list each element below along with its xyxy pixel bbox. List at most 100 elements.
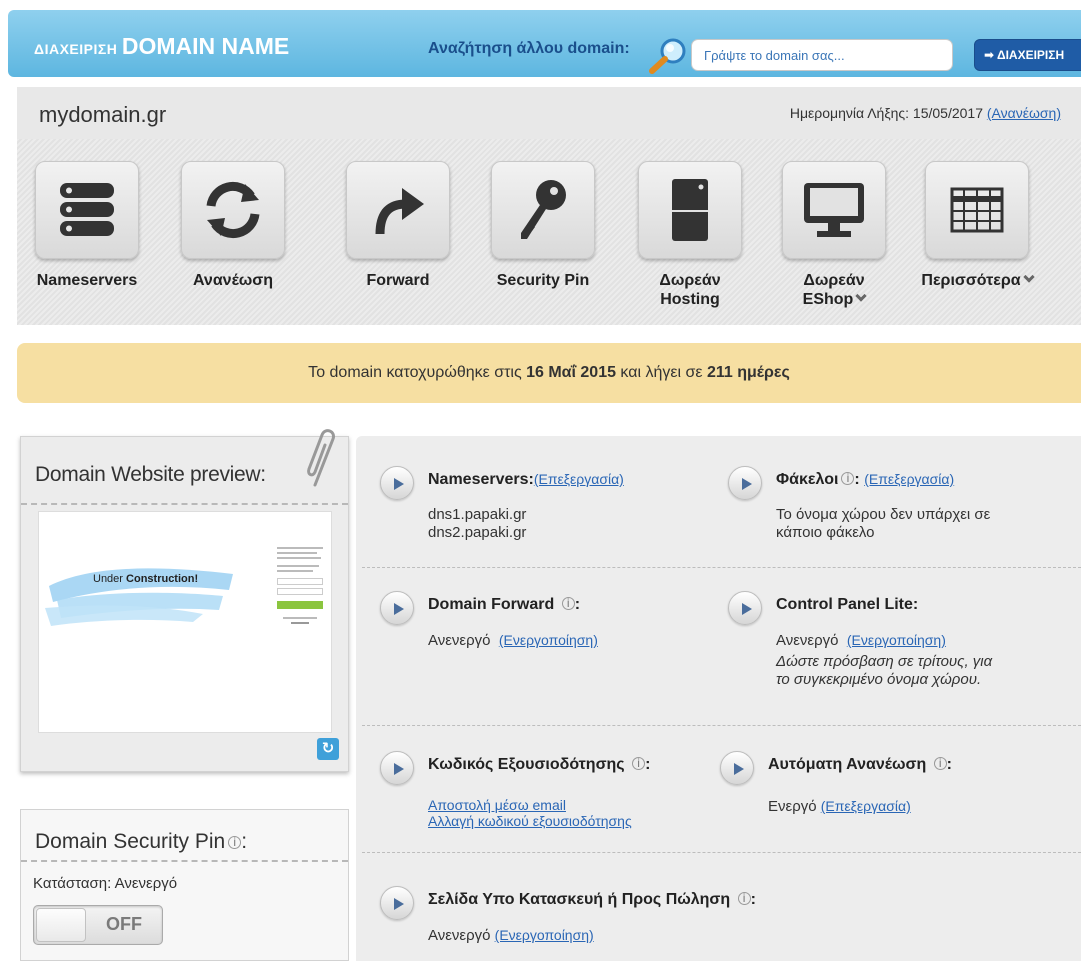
info-icon[interactable]: i bbox=[561, 597, 575, 610]
refresh-preview-button[interactable]: ↻ bbox=[317, 738, 339, 760]
nameserver-2: dns2.papaki.gr bbox=[428, 524, 527, 541]
brush-stroke-graphic bbox=[45, 568, 233, 626]
auto-renew-title: Αυτόματη Ανανέωση i: bbox=[768, 756, 952, 773]
notice-days: 211 ημέρες bbox=[706, 364, 790, 381]
parking-page-status: Ανενεργό bbox=[428, 927, 491, 944]
under-construction-text: Under Construction! bbox=[93, 573, 198, 585]
security-pin-title: Domain Security Pin i: bbox=[35, 830, 248, 853]
tool-nameservers[interactable]: Nameservers bbox=[22, 161, 152, 290]
tool-label: Nameservers bbox=[36, 272, 138, 289]
security-pin-status: Κατάσταση: Ανενεργό bbox=[33, 875, 178, 892]
tool-label-line2: EShop bbox=[802, 291, 854, 308]
tool-nameservers-box bbox=[35, 161, 139, 259]
toggle-knob bbox=[36, 908, 86, 942]
paperclip-icon bbox=[307, 429, 335, 487]
security-pin-toggle[interactable]: OFF bbox=[33, 905, 163, 945]
divider bbox=[362, 852, 1081, 853]
domain-search-input[interactable] bbox=[691, 39, 953, 71]
nameserver-1: dns1.papaki.gr bbox=[428, 506, 527, 523]
folders-text-line1: Το όνομα χώρου δεν υπάρχει σε bbox=[776, 506, 991, 523]
control-panel-title: Control Panel Lite: bbox=[776, 596, 919, 613]
brand-title: ΔΙΑΧΕΙΡΙΣΗ DOMAIN NAME bbox=[34, 33, 289, 60]
tool-renewal-box bbox=[181, 161, 285, 259]
auth-code-links: Αποστολή μέσω email Αλλαγή κωδικού εξουσ… bbox=[428, 797, 632, 829]
expiry-date: Ημερομηνία Λήξης: 15/05/2017 (Ανανέωση) bbox=[790, 105, 1061, 121]
domain-forward-activate-link[interactable]: (Ενεργοποίηση) bbox=[499, 632, 598, 648]
divider bbox=[362, 567, 1081, 568]
key-icon bbox=[521, 180, 566, 239]
play-arrow-icon[interactable] bbox=[720, 751, 754, 785]
divider bbox=[21, 860, 348, 862]
folders-edit-link[interactable]: (Επεξεργασία) bbox=[864, 471, 954, 487]
website-thumbnail: Under Construction! bbox=[38, 511, 332, 733]
auto-renew-edit-link[interactable]: (Επεξεργασία) bbox=[821, 798, 911, 814]
control-panel-body: Ανενεργό (Ενεργοποίηση) Δώστε πρόσβαση σ… bbox=[776, 631, 992, 689]
top-header-bar: ΔΙΑΧΕΙΡΙΣΗ DOMAIN NAME Αναζήτηση άλλου d… bbox=[8, 10, 1081, 77]
tool-security-pin-box bbox=[491, 161, 595, 259]
folders-title-text: Φάκελοι bbox=[776, 471, 839, 488]
refresh-icon: ↻ bbox=[321, 740, 335, 757]
info-icon[interactable]: i bbox=[737, 892, 751, 905]
tool-label: Δωρεάν Hosting bbox=[625, 271, 755, 309]
chevron-down-icon bbox=[1022, 271, 1035, 283]
nameservers-edit-link[interactable]: (Επεξεργασία) bbox=[534, 471, 624, 487]
divider bbox=[21, 503, 348, 505]
tool-free-eshop[interactable]: Δωρεάν EShop bbox=[769, 161, 899, 309]
control-panel-activate-link[interactable]: (Ενεργοποίηση) bbox=[847, 632, 946, 648]
info-icon[interactable]: i bbox=[841, 472, 855, 485]
parking-page-activate-link[interactable]: (Ενεργοποίηση) bbox=[495, 927, 594, 943]
info-icon[interactable]: i bbox=[228, 836, 242, 849]
change-auth-code-link[interactable]: Αλλαγή κωδικού εξουσιοδότησης bbox=[428, 813, 632, 829]
notice-date: 16 Μαΐ 2015 bbox=[526, 364, 616, 381]
preview-title: Domain Website preview: bbox=[35, 463, 266, 486]
play-arrow-icon[interactable] bbox=[728, 466, 762, 500]
under-construction-plain: Under bbox=[93, 573, 127, 585]
notice-text-part1: Το domain κατοχυρώθηκε στις bbox=[308, 364, 527, 381]
play-arrow-icon[interactable] bbox=[380, 886, 414, 920]
auto-renew-status: Ενεργό bbox=[768, 798, 817, 815]
tool-free-eshop-box bbox=[782, 161, 886, 259]
manage-button[interactable]: ➡ ΔΙΑΧΕΙΡΙΣΗ bbox=[974, 39, 1081, 71]
website-preview-panel: Domain Website preview: Under Constructi… bbox=[20, 429, 349, 772]
renew-link[interactable]: (Ανανέωση) bbox=[987, 105, 1061, 121]
refresh-icon bbox=[206, 182, 260, 238]
parking-page-title: Σελίδα Υπο Κατασκευή ή Προς Πώληση i: bbox=[428, 891, 756, 908]
action-toolbar: Nameservers Ανανέωση Forward Security Pi… bbox=[17, 139, 1081, 325]
tool-label: Ανανέωση bbox=[192, 272, 274, 289]
domain-forward-body: Ανενεργό (Ενεργοποίηση) bbox=[428, 631, 598, 650]
send-auth-code-email-link[interactable]: Αποστολή μέσω email bbox=[428, 797, 632, 813]
tool-forward[interactable]: Forward bbox=[333, 161, 463, 290]
domain-details-panel: Nameservers:(Επεξεργασία) dns1.papaki.gr… bbox=[356, 436, 1081, 961]
tool-label-line2: Hosting bbox=[660, 291, 720, 308]
play-arrow-icon[interactable] bbox=[380, 751, 414, 785]
play-arrow-icon[interactable] bbox=[380, 591, 414, 625]
under-construction-bold: Construction! bbox=[126, 573, 199, 585]
play-arrow-icon[interactable] bbox=[728, 591, 762, 625]
info-icon[interactable]: i bbox=[632, 757, 646, 770]
domain-name: mydomain.gr bbox=[39, 102, 167, 127]
tool-free-hosting-box bbox=[638, 161, 742, 259]
security-pin-panel: Domain Security Pin i: Κατάσταση: Ανενεργ… bbox=[20, 809, 349, 961]
tool-label-line1: Δωρεάν bbox=[659, 272, 721, 289]
monitor-icon bbox=[804, 183, 864, 237]
tool-security-pin[interactable]: Security Pin bbox=[478, 161, 608, 290]
domain-bar: mydomain.gr Ημερομηνία Λήξης: 15/05/2017… bbox=[17, 87, 1081, 139]
thumbnail-side-text bbox=[277, 544, 327, 627]
tool-more[interactable]: Περισσότερα bbox=[907, 161, 1047, 290]
tool-renewal[interactable]: Ανανέωση bbox=[168, 161, 298, 290]
auto-renew-body: Ενεργό (Επεξεργασία) bbox=[768, 797, 911, 816]
play-arrow-icon[interactable] bbox=[380, 466, 414, 500]
nameservers-title: Nameservers:(Επεξεργασία) bbox=[428, 471, 624, 489]
parking-page-title-text: Σελίδα Υπο Κατασκευή ή Προς Πώληση bbox=[428, 891, 731, 908]
tool-forward-box bbox=[346, 161, 450, 259]
folders-text-line2: κάποιο φάκελο bbox=[776, 524, 875, 541]
control-panel-status: Ανενεργό bbox=[776, 632, 839, 649]
folders-title: Φάκελοι i: (Επεξεργασία) bbox=[776, 471, 955, 488]
nameservers-list: dns1.papaki.gr dns2.papaki.gr bbox=[428, 506, 526, 542]
folders-text: Το όνομα χώρου δεν υπάρχει σε κάποιο φάκ… bbox=[776, 506, 990, 542]
control-panel-desc-line1: Δώστε πρόσβαση σε τρίτους, για bbox=[776, 653, 993, 670]
tool-free-hosting[interactable]: Δωρεάν Hosting bbox=[625, 161, 755, 309]
info-icon[interactable]: i bbox=[933, 757, 947, 770]
grid-icon bbox=[950, 187, 1004, 233]
domain-forward-status: Ανενεργό bbox=[428, 632, 491, 649]
